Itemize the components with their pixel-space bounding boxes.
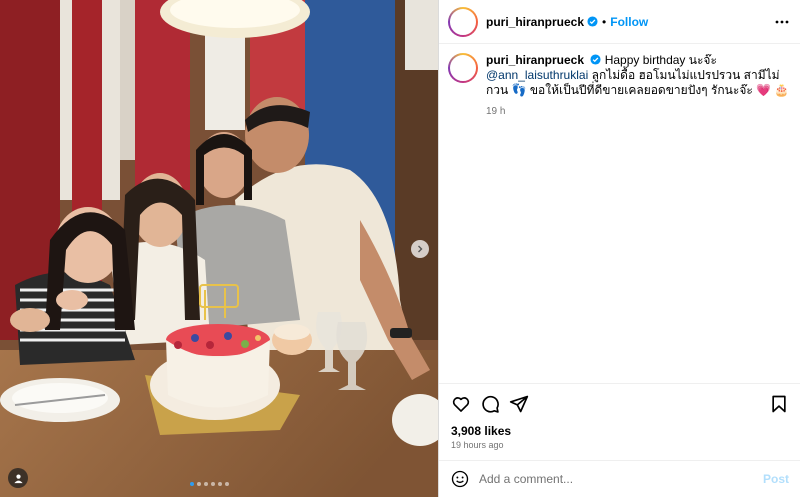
- carousel-dot: [190, 482, 194, 486]
- caption-time: 19 h: [486, 106, 506, 117]
- verified-badge-icon: [590, 54, 601, 65]
- comment-bar: Post: [439, 460, 800, 497]
- avatar[interactable]: [448, 53, 478, 83]
- comment-input[interactable]: [479, 472, 763, 486]
- carousel-dot: [218, 482, 222, 486]
- carousel-dot: [204, 482, 208, 486]
- post-caption: puri_hiranprueck Happy birthday นะจ๊ะ @a…: [448, 53, 793, 119]
- carousel-dot: [225, 482, 229, 486]
- caption-text: Happy birthday นะจ๊ะ: [604, 53, 717, 67]
- user-tag-icon: [13, 474, 23, 483]
- post-comment-button[interactable]: Post: [763, 472, 789, 486]
- heart-icon: [452, 397, 470, 412]
- verified-badge-icon: [587, 16, 598, 27]
- caption-username[interactable]: puri_hiranprueck: [486, 53, 584, 67]
- likes-count[interactable]: 3,908 likes: [451, 424, 511, 438]
- save-button[interactable]: [769, 394, 789, 414]
- instagram-post-modal: puri_hiranprueck • Follow puri_hiranprue…: [0, 0, 800, 497]
- caption-body: puri_hiranprueck Happy birthday นะจ๊ะ @a…: [486, 53, 793, 119]
- carousel-dot: [197, 482, 201, 486]
- comment-icon: [482, 395, 499, 413]
- author-username[interactable]: puri_hiranprueck: [486, 15, 584, 29]
- more-horizontal-icon[interactable]: [775, 15, 789, 29]
- share-button[interactable]: [509, 394, 529, 414]
- caption-mention-link[interactable]: @ann_laisuthruklai: [486, 68, 588, 82]
- post-details-panel: puri_hiranprueck • Follow puri_hiranprue…: [438, 0, 800, 497]
- comment-button[interactable]: [480, 394, 500, 414]
- action-bar: [439, 383, 800, 423]
- carousel-dot: [211, 482, 215, 486]
- post-photo[interactable]: [0, 0, 438, 497]
- post-timestamp: 19 hours ago: [451, 440, 504, 450]
- like-button[interactable]: [451, 394, 471, 414]
- carousel-indicator: [190, 482, 229, 486]
- emoji-icon[interactable]: [451, 470, 469, 488]
- tagged-users-button[interactable]: [8, 468, 28, 488]
- post-header: puri_hiranprueck • Follow: [439, 0, 800, 44]
- send-icon: [509, 395, 529, 413]
- avatar[interactable]: [448, 6, 478, 37]
- separator-dot: •: [602, 14, 607, 29]
- chevron-right-icon: [418, 245, 423, 253]
- follow-button[interactable]: Follow: [610, 15, 648, 29]
- bookmark-icon: [772, 395, 786, 413]
- carousel-next-button[interactable]: [411, 240, 429, 258]
- family-birthday-photo: [0, 0, 438, 497]
